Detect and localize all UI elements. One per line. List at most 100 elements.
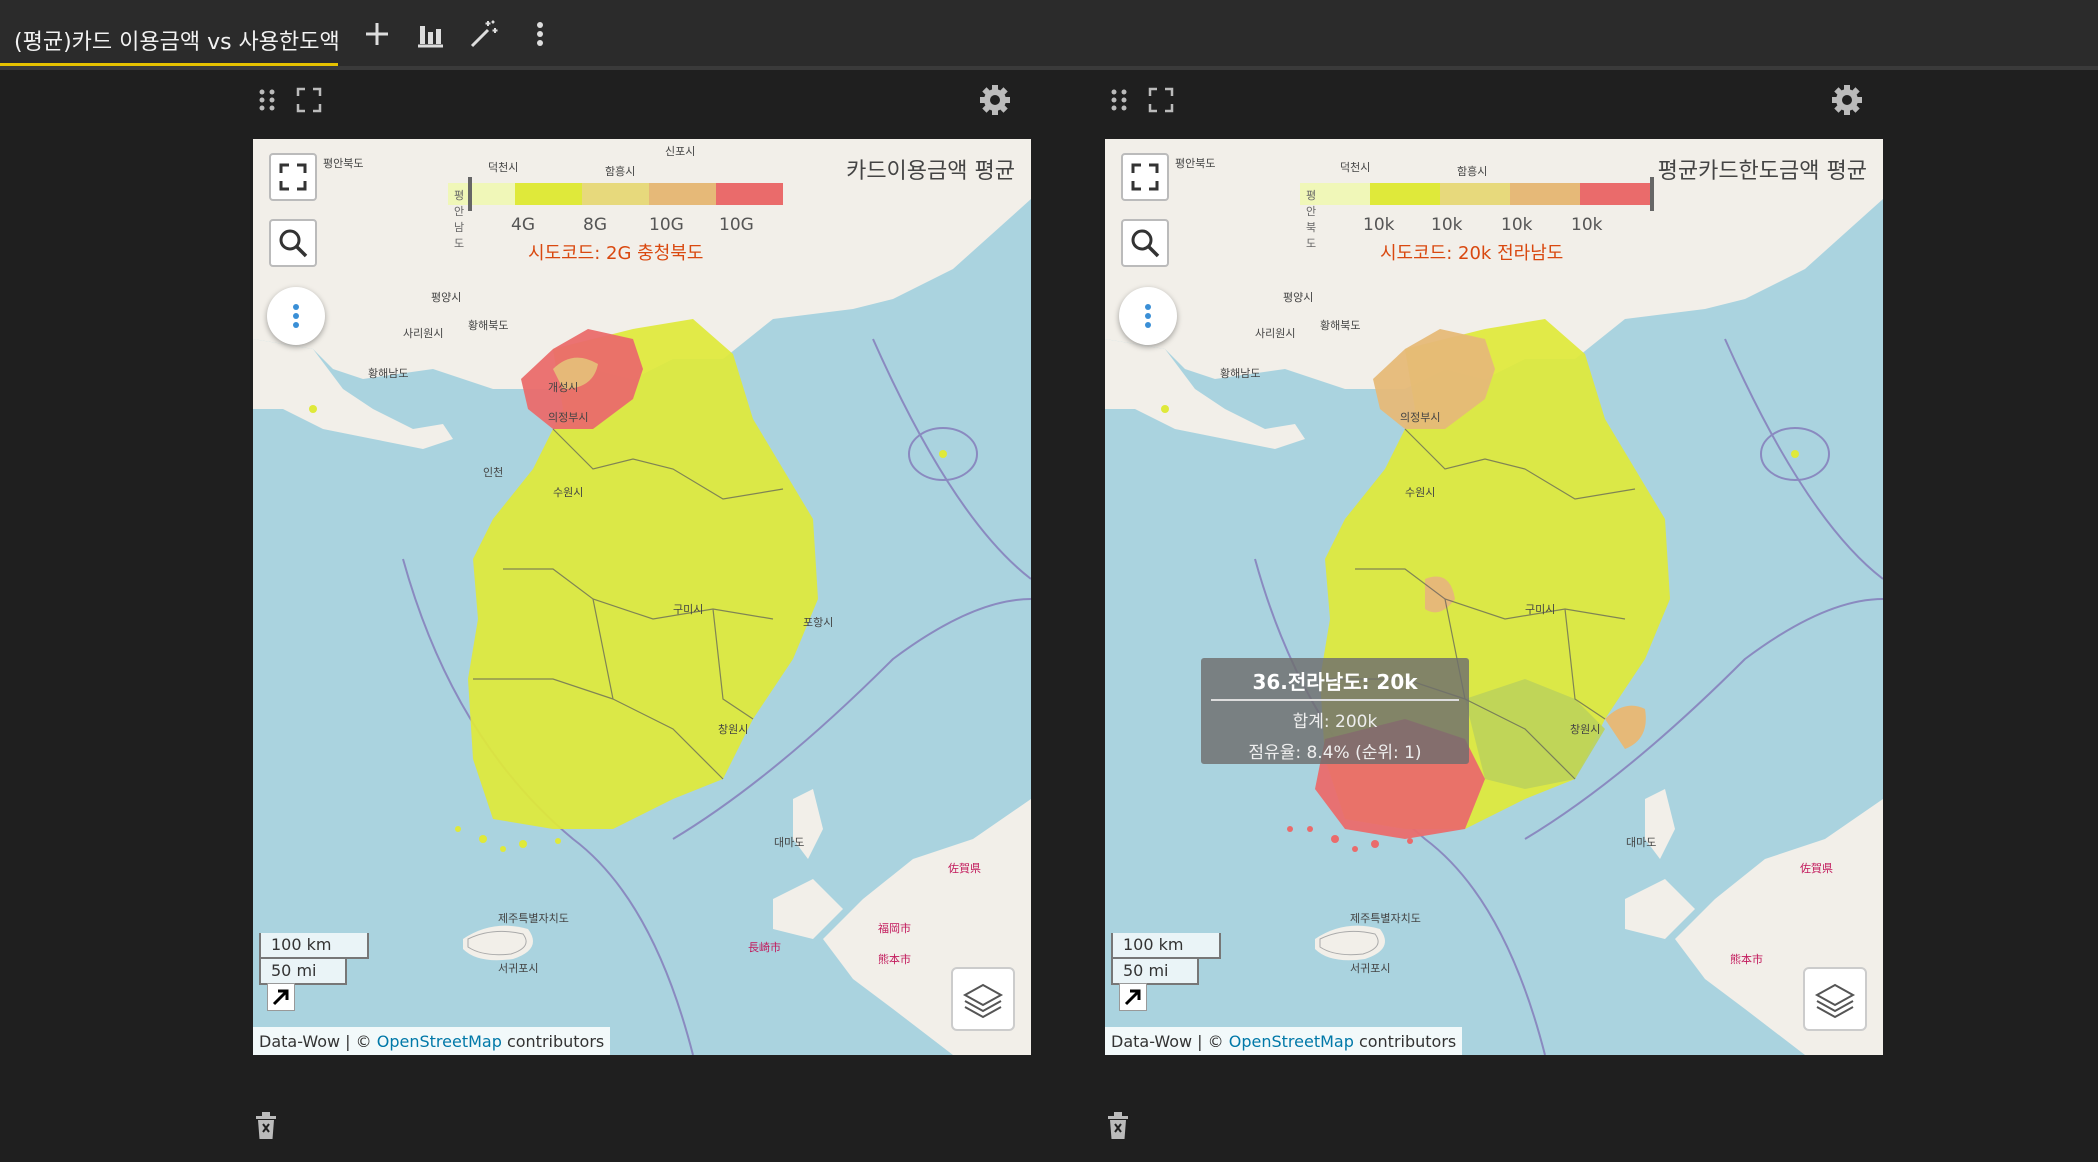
drag-handle-icon[interactable]: [253, 86, 281, 114]
osm-link[interactable]: OpenStreetMap: [1229, 1032, 1354, 1051]
layers-button[interactable]: [951, 967, 1015, 1031]
place-label: 황해남도: [1220, 367, 1261, 380]
drag-handle-icon[interactable]: [1105, 86, 1133, 114]
legend-swatch: [515, 183, 582, 205]
place-label: 평양시: [1283, 291, 1314, 304]
place-label: 평안북도: [1175, 157, 1216, 170]
scale-bar-mi: 50 mi: [259, 959, 347, 985]
fullscreen-icon: [279, 163, 307, 191]
tooltip-title: 36.전라남도: 20k: [1211, 666, 1459, 701]
map-menu-button[interactable]: [267, 287, 325, 345]
map-search-button[interactable]: [269, 219, 317, 267]
legend-swatch: [716, 183, 783, 205]
legend-swatch: [582, 183, 649, 205]
legend-swatch: [1370, 183, 1440, 205]
legend-swatch: [649, 183, 716, 205]
more-vertical-icon: [1145, 304, 1151, 328]
legend-tick: 10k: [1363, 215, 1395, 235]
place-label: 창원시: [718, 723, 749, 736]
export-button[interactable]: [1119, 983, 1147, 1011]
map-menu-button[interactable]: [1119, 287, 1177, 345]
scale-bar-mi: 50 mi: [1111, 959, 1199, 985]
bar-chart-icon[interactable]: [414, 18, 446, 50]
place-label: 함흥시: [605, 165, 636, 178]
panel-fullscreen-icon[interactable]: [295, 86, 323, 114]
place-label: 의정부시: [548, 411, 589, 424]
legend-tick: 10k: [1501, 215, 1533, 235]
place-label: 황해북도: [1320, 319, 1361, 332]
place-label: 의정부시: [1400, 411, 1441, 424]
place-label: 長崎市: [748, 941, 781, 954]
place-label: 서귀포시: [1350, 962, 1391, 975]
place-label: 수원시: [1405, 486, 1436, 499]
gear-icon[interactable]: [1829, 82, 1865, 118]
layers-icon: [962, 983, 1004, 1019]
place-label: 佐賀県: [948, 862, 981, 875]
place-label: 함흥시: [1457, 165, 1488, 178]
place-label: 개성시: [548, 381, 579, 394]
place-label: 서귀포시: [498, 962, 539, 975]
legend-tick: 4G: [511, 215, 535, 235]
tooltip-share: 점유율: 8.4% (순위: 1): [1248, 743, 1422, 763]
place-label: 신포시: [665, 145, 696, 158]
place-label: 제주특별자치도: [498, 912, 569, 925]
legend-hover-label: 평안남도: [454, 189, 465, 250]
export-button[interactable]: [267, 983, 295, 1011]
top-toolbar: (평균)카드 이용금액 vs 사용한도액: [0, 0, 2098, 70]
legend-tick: 8G: [583, 215, 607, 235]
legend-swatch: [1440, 183, 1510, 205]
attribution-prefix: Data-Wow | ©: [1111, 1032, 1229, 1051]
more-vertical-icon[interactable]: [524, 18, 556, 50]
place-label: 평양시: [431, 291, 462, 304]
map-panel-left: 평안북도 덕천시 함흥시 신포시 평양시 사리원시 황해북도 황해남도 개성시 …: [253, 76, 1033, 1140]
place-label: 포항시: [803, 616, 834, 629]
attribution-suffix: contributors: [1353, 1032, 1457, 1051]
region-tooltip: 36.전라남도: 20k 합계: 200k 점유율: 8.4% (순위: 1): [1201, 658, 1469, 764]
trash-icon[interactable]: [253, 1111, 279, 1141]
choropleth-map[interactable]: 평안북도 덕천시 함흥시 신포시 평양시 사리원시 황해북도 황해남도 개성시 …: [253, 139, 1031, 1055]
place-label: 福岡市: [878, 922, 911, 935]
layers-icon: [1814, 983, 1856, 1019]
map-search-button[interactable]: [1121, 219, 1169, 267]
scale-bar-km: 100 km: [259, 933, 369, 959]
place-label: 제주특별자치도: [1350, 912, 1421, 925]
legend-marker: [1650, 177, 1654, 211]
place-label: 황해북도: [468, 319, 509, 332]
legend-tick: 10G: [719, 215, 754, 235]
magic-wand-icon[interactable]: [468, 18, 500, 50]
arrow-up-right-icon: [1124, 989, 1141, 1006]
legend-tick: 10k: [1431, 215, 1463, 235]
legend-marker: [468, 177, 472, 211]
map-tiles: [253, 139, 1031, 1055]
attribution-prefix: Data-Wow | ©: [259, 1032, 377, 1051]
place-label: 수원시: [553, 486, 584, 499]
trash-icon[interactable]: [1105, 1111, 1131, 1141]
legend-tick: 10G: [649, 215, 684, 235]
place-label: 사리원시: [1255, 327, 1296, 340]
attribution: Data-Wow | © OpenStreetMap contributors: [253, 1027, 611, 1055]
place-label: 창원시: [1570, 723, 1601, 736]
attribution: Data-Wow | © OpenStreetMap contributors: [1105, 1027, 1463, 1055]
place-label: 인천: [483, 466, 504, 479]
place-label: 덕천시: [1340, 161, 1371, 174]
place-label: 사리원시: [403, 327, 444, 340]
place-label: 구미시: [1525, 603, 1556, 616]
legend-hover-label: 평안북도: [1306, 189, 1317, 250]
place-label: 구미시: [673, 603, 704, 616]
fullscreen-icon: [1131, 163, 1159, 191]
map-title: 평균카드한도금액 평균: [1657, 159, 1867, 184]
layers-button[interactable]: [1803, 967, 1867, 1031]
tooltip-total: 합계: 200k: [1292, 712, 1378, 732]
scale-bar-km: 100 km: [1111, 933, 1221, 959]
map-panel-right: 평안북도 덕천시 함흥시 평양시 사리원시 황해북도 황해남도 의정부시 수원시…: [1105, 76, 1885, 1140]
map-fullscreen-button[interactable]: [269, 153, 317, 201]
arrow-up-right-icon: [272, 989, 289, 1006]
hover-info: 시도코드: 2G 충청북도: [528, 243, 704, 264]
gear-icon[interactable]: [977, 82, 1013, 118]
map-fullscreen-button[interactable]: [1121, 153, 1169, 201]
panel-fullscreen-icon[interactable]: [1147, 86, 1175, 114]
dashboard-tab[interactable]: (평균)카드 이용금액 vs 사용한도액: [0, 0, 338, 66]
choropleth-map[interactable]: 평안북도 덕천시 함흥시 평양시 사리원시 황해북도 황해남도 의정부시 수원시…: [1105, 139, 1883, 1055]
plus-icon[interactable]: [361, 18, 393, 50]
osm-link[interactable]: OpenStreetMap: [377, 1032, 502, 1051]
